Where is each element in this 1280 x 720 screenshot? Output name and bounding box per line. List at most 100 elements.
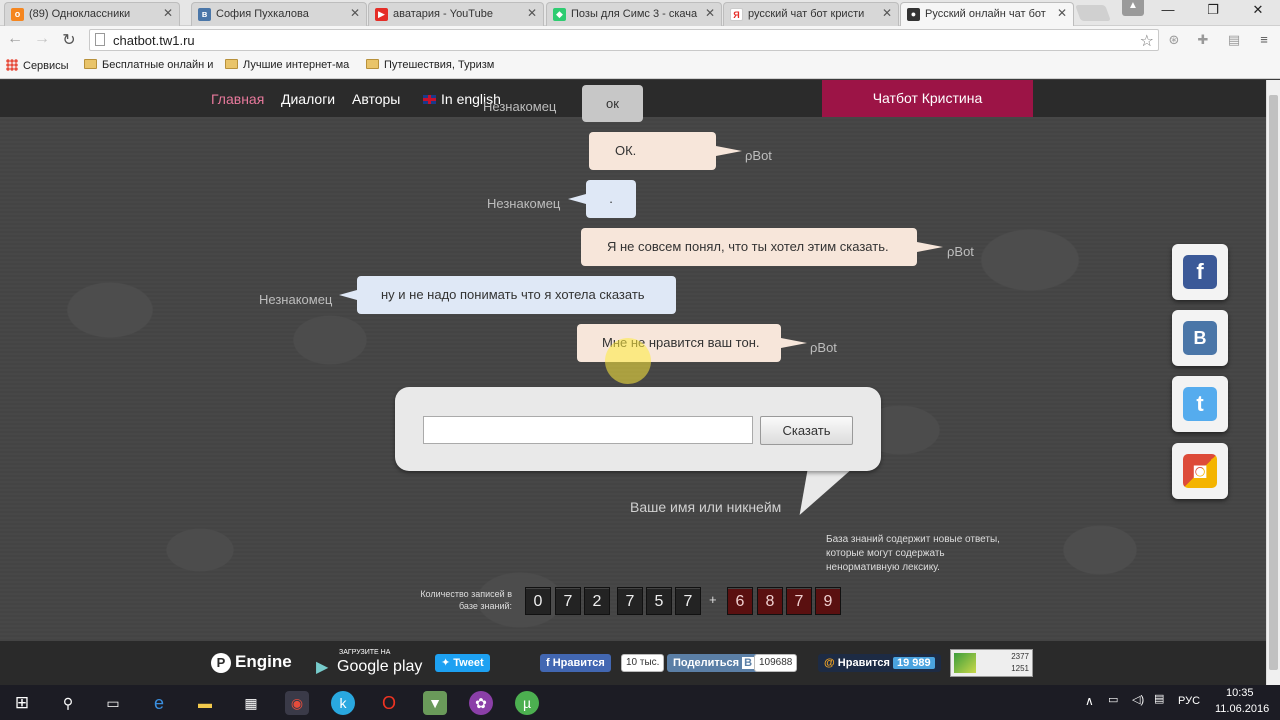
task-view-icon[interactable]: ▭ [101, 691, 125, 715]
volume-icon[interactable]: ◁) [1132, 693, 1144, 706]
bookmark-star-icon[interactable]: ☆ [1140, 31, 1154, 51]
chrome-icon[interactable]: ◉ [285, 691, 309, 715]
tab-vk[interactable]: в София Пухкалова ✕ [191, 2, 367, 26]
chrome-share[interactable]: ◙ [1172, 443, 1228, 499]
message-stranger: ну и не надо понимать что я хотела сказа… [339, 276, 676, 314]
address-bar[interactable]: chatbot.tw1.ru ☆ [89, 29, 1159, 51]
edge-icon[interactable]: e [147, 691, 171, 715]
ok-like-label: Нравится [837, 657, 890, 669]
close-icon[interactable]: ✕ [163, 6, 173, 20]
opera-icon[interactable]: O [377, 691, 401, 715]
say-button[interactable]: Сказать [760, 416, 853, 445]
language-indicator[interactable]: РУС [1178, 695, 1200, 707]
close-icon[interactable]: ✕ [527, 6, 537, 20]
tab-label: Позы для Симс 3 - скача [571, 8, 698, 20]
chatbot-icon: ● [907, 8, 920, 21]
sims-app-icon[interactable]: ▼ [423, 691, 447, 715]
folder-icon [366, 59, 379, 69]
stats-counter[interactable]: 2377 1251 [950, 649, 1033, 677]
extension-list-icon[interactable]: ▤ [1226, 32, 1242, 48]
bookmark-folder[interactable]: Бесплатные онлайн и [84, 59, 213, 71]
back-icon[interactable]: ← [4, 30, 26, 48]
ok-icon: @ [824, 657, 838, 669]
tab-label: София Пухкалова [216, 8, 309, 20]
message-bot: Я не совсем понял, что ты хотел этим ска… [581, 228, 943, 266]
game-app-icon[interactable]: ✿ [469, 691, 493, 715]
search-icon[interactable]: ⚲ [56, 691, 80, 715]
speaker-bot: ρBot [810, 340, 837, 355]
clock-date[interactable]: 11.06.2016 [1215, 703, 1269, 715]
bookmark-apps[interactable]: Сервисы [6, 59, 69, 72]
close-icon[interactable]: ✕ [705, 6, 715, 20]
speaker-bot: ρBot [745, 148, 772, 163]
fb-like-label: Нравится [552, 657, 605, 669]
tab-sims[interactable]: ◆ Позы для Симс 3 - скача ✕ [546, 2, 722, 26]
counter-digit: 2 [584, 587, 610, 615]
new-counter-digit: 8 [757, 587, 783, 615]
vk-share-button[interactable]: Поделиться В [667, 654, 761, 672]
close-icon[interactable]: ✕ [882, 6, 892, 20]
twitter-icon: ✦ [441, 657, 454, 669]
twitter-share[interactable]: t [1172, 376, 1228, 432]
brand-title[interactable]: Чатбот Кристина [822, 80, 1033, 117]
tab-youtube[interactable]: ▶ аватария - YouTube ✕ [368, 2, 544, 26]
google-play-icon: ▶ [316, 659, 329, 676]
nickname-prompt[interactable]: Ваше имя или никнейм [630, 499, 781, 515]
tab-yandex[interactable]: Я русский чат бот кристи ✕ [723, 2, 899, 26]
store-icon[interactable]: ▦ [239, 691, 263, 715]
scroll-thumb[interactable] [1269, 95, 1278, 670]
nav-authors[interactable]: Авторы [352, 91, 400, 107]
nav-home[interactable]: Главная [211, 91, 264, 107]
bookmark-folder[interactable]: Путешествия, Туризм [366, 59, 494, 71]
clock-time[interactable]: 10:35 [1226, 687, 1254, 699]
forward-icon[interactable]: → [31, 30, 53, 48]
tab-odnoklassniki[interactable]: о (89) Одноклассники ✕ [4, 2, 180, 26]
page-scrollbar[interactable] [1266, 80, 1280, 685]
vk-share[interactable]: В [1172, 310, 1228, 366]
new-counter-digit: 9 [815, 587, 841, 615]
network-icon[interactable]: ▭ [1108, 693, 1118, 706]
close-window-button[interactable]: ✕ [1243, 2, 1273, 18]
facebook-share[interactable]: f [1172, 244, 1228, 300]
vk-icon: в [198, 8, 211, 21]
bookmark-label: Бесплатные онлайн и [102, 59, 214, 71]
bookmark-folder[interactable]: Лучшие интернет-ма [225, 59, 349, 71]
notification-icon[interactable]: ▤ [1154, 692, 1164, 705]
tab-chatbot[interactable]: ● Русский онлайн чат бот ✕ [900, 2, 1074, 26]
engine-logo[interactable]: P Engine [211, 652, 292, 673]
new-counter-digit: 6 [727, 587, 753, 615]
tray-expand-icon[interactable]: ∧ [1085, 694, 1094, 708]
tweet-label: Tweet [453, 657, 484, 669]
reload-icon[interactable]: ↻ [58, 30, 80, 50]
google-play-label: Google play [337, 658, 423, 675]
counter-digit: 7 [675, 587, 701, 615]
bookmark-label: Путешествия, Туризм [384, 59, 495, 71]
file-explorer-icon[interactable]: ▬ [193, 691, 217, 715]
menu-icon[interactable]: ≡ [1256, 32, 1272, 48]
facebook-icon: f [1183, 255, 1217, 289]
minimize-button[interactable]: — [1153, 2, 1183, 17]
kb-icon[interactable]: k [331, 691, 355, 715]
close-icon[interactable]: ✕ [1057, 6, 1067, 20]
windows-start-icon[interactable]: ⊞ [10, 691, 34, 715]
message-stranger: ок [582, 85, 643, 122]
new-tab-button[interactable] [1075, 5, 1111, 21]
tab-label: (89) Одноклассники [29, 8, 131, 20]
apps-icon [6, 59, 18, 71]
user-profile-icon[interactable]: ▲ [1122, 0, 1144, 16]
tweet-button[interactable]: ✦ Tweet [435, 654, 490, 672]
uk-flag-icon [423, 95, 436, 104]
restore-button[interactable]: ❐ [1198, 2, 1228, 18]
ok-like-button[interactable]: @ Нравится 19 989 [818, 654, 941, 672]
puzzle-icon[interactable]: ✚ [1195, 32, 1211, 48]
message-input[interactable] [423, 416, 753, 444]
fb-like-button[interactable]: f Нравится [540, 654, 611, 672]
close-icon[interactable]: ✕ [350, 6, 360, 20]
browser-toolbar: ← → ↻ chatbot.tw1.ru ☆ ⊛ ✚ ▤ ≡ [0, 26, 1280, 54]
vk-share-count: 109688 [754, 654, 798, 672]
utorrent-icon[interactable]: µ [515, 691, 539, 715]
nav-dialogs[interactable]: Диалоги [281, 91, 335, 107]
speaker-stranger: Незнакомец [487, 196, 561, 211]
extension-icon[interactable]: ⊛ [1166, 32, 1182, 48]
vk-icon: В [1183, 321, 1217, 355]
